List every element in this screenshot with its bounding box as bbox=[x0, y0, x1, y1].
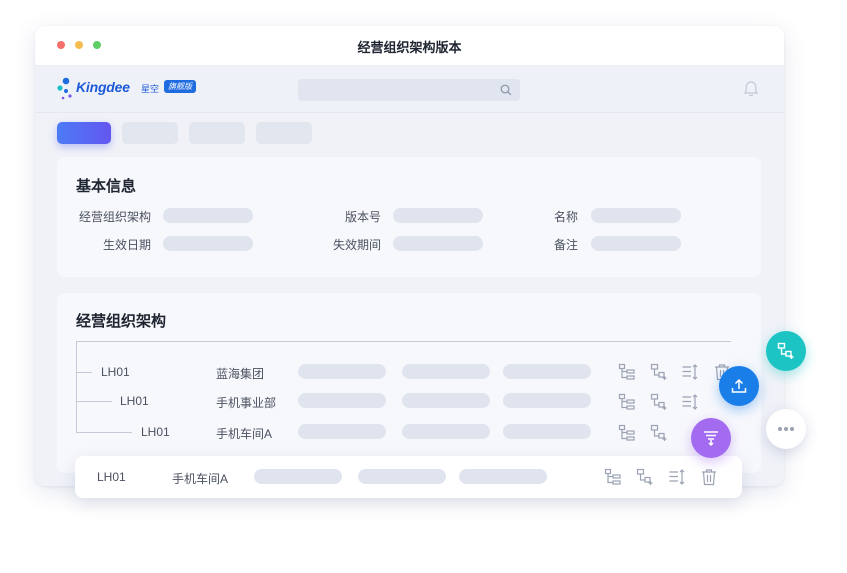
row-name: 蓝海集团 bbox=[216, 367, 265, 381]
row-cell[interactable] bbox=[402, 364, 490, 379]
org-structure-title: 经营组织架构 bbox=[76, 313, 167, 330]
field-label-version: 版本号 bbox=[344, 210, 381, 224]
search-input[interactable] bbox=[298, 79, 520, 101]
upload-fab[interactable] bbox=[719, 366, 759, 406]
row-cell[interactable] bbox=[459, 469, 547, 484]
row-cell[interactable] bbox=[298, 364, 386, 379]
app-header: Kingdee 星空 旗舰版 bbox=[35, 66, 784, 113]
dragging-row[interactable]: LH01 手机车间A bbox=[75, 456, 742, 498]
row-code: LH01 bbox=[141, 425, 170, 439]
add-node-icon[interactable] bbox=[650, 393, 668, 411]
add-node-icon bbox=[777, 342, 794, 359]
tab-active[interactable] bbox=[57, 122, 111, 144]
row-cell[interactable] bbox=[503, 393, 591, 408]
field-value-version[interactable] bbox=[393, 208, 483, 223]
tree-branch-3 bbox=[76, 432, 132, 433]
tree-structure-icon[interactable] bbox=[618, 393, 636, 411]
row-cell[interactable] bbox=[503, 364, 591, 379]
search-icon[interactable] bbox=[500, 84, 512, 96]
tree-vertical-line bbox=[76, 341, 77, 433]
field-value-effective-date[interactable] bbox=[163, 236, 253, 251]
field-value-org[interactable] bbox=[163, 208, 253, 223]
field-value-name[interactable] bbox=[591, 208, 681, 223]
upload-icon bbox=[731, 378, 747, 393]
brand-sub: 星空 bbox=[141, 84, 160, 94]
kingdee-logo-icon bbox=[57, 77, 72, 100]
title-bar: 经营组织架构版本 bbox=[35, 26, 784, 66]
tree-structure-icon[interactable] bbox=[618, 424, 636, 442]
field-value-remark[interactable] bbox=[591, 236, 681, 251]
tab-3[interactable] bbox=[189, 122, 245, 144]
add-node-icon[interactable] bbox=[650, 363, 668, 381]
row-name: 手机车间A bbox=[172, 472, 229, 486]
field-label-effective-date: 生效日期 bbox=[102, 238, 151, 252]
brand-name: Kingdee bbox=[76, 79, 130, 95]
row-cell[interactable] bbox=[402, 393, 490, 408]
add-node-fab[interactable] bbox=[766, 331, 806, 371]
row-cell[interactable] bbox=[298, 424, 386, 439]
row-name: 手机车间A bbox=[216, 427, 273, 441]
row-cell[interactable] bbox=[298, 393, 386, 408]
row-cell[interactable] bbox=[402, 424, 490, 439]
tree-branch-1 bbox=[76, 372, 92, 373]
org-structure-card: 经营组织架构 LH01 蓝海集团 LH01 手机事业部 LH01 手机车间A bbox=[57, 293, 761, 473]
tab-2[interactable] bbox=[122, 122, 178, 144]
window-title: 经营组织架构版本 bbox=[357, 40, 462, 55]
tree-structure-icon[interactable] bbox=[604, 468, 622, 486]
row-cell[interactable] bbox=[358, 469, 446, 484]
basic-info-title: 基本信息 bbox=[76, 178, 137, 195]
add-node-icon[interactable] bbox=[636, 468, 654, 486]
sort-icon[interactable] bbox=[681, 393, 699, 411]
tree-branch-2 bbox=[76, 401, 112, 402]
tab-4[interactable] bbox=[256, 122, 312, 144]
tree-structure-icon[interactable] bbox=[618, 363, 636, 381]
delete-icon[interactable] bbox=[700, 468, 718, 486]
brand-badge: 旗舰版 bbox=[164, 80, 196, 93]
field-label-name: 名称 bbox=[553, 210, 578, 224]
row-cell[interactable] bbox=[254, 469, 342, 484]
more-fab[interactable] bbox=[766, 409, 806, 449]
sort-icon[interactable] bbox=[681, 363, 699, 381]
field-value-expire-period[interactable] bbox=[393, 236, 483, 251]
sort-icon[interactable] bbox=[668, 468, 686, 486]
add-node-icon[interactable] bbox=[650, 424, 668, 442]
basic-info-card: 基本信息 经营组织架构 版本号 名称 生效日期 失效期间 备注 bbox=[57, 157, 761, 277]
bell-icon[interactable] bbox=[743, 80, 759, 98]
field-label-expire-period: 失效期间 bbox=[332, 238, 381, 252]
row-code: LH01 bbox=[97, 470, 126, 484]
app-window: 经营组织架构版本 Kingdee 星空 旗舰版 基本信息 经营组织架构 版本号 … bbox=[35, 26, 784, 486]
tree-header-line bbox=[76, 341, 731, 342]
filter-fab[interactable] bbox=[691, 418, 731, 458]
row-code: LH01 bbox=[120, 394, 149, 408]
field-label-org: 经营组织架构 bbox=[78, 210, 151, 224]
row-name: 手机事业部 bbox=[216, 396, 277, 410]
field-label-remark: 备注 bbox=[553, 238, 578, 252]
row-cell[interactable] bbox=[503, 424, 591, 439]
more-icon bbox=[778, 427, 794, 431]
filter-icon bbox=[704, 431, 718, 447]
row-code: LH01 bbox=[101, 365, 130, 379]
